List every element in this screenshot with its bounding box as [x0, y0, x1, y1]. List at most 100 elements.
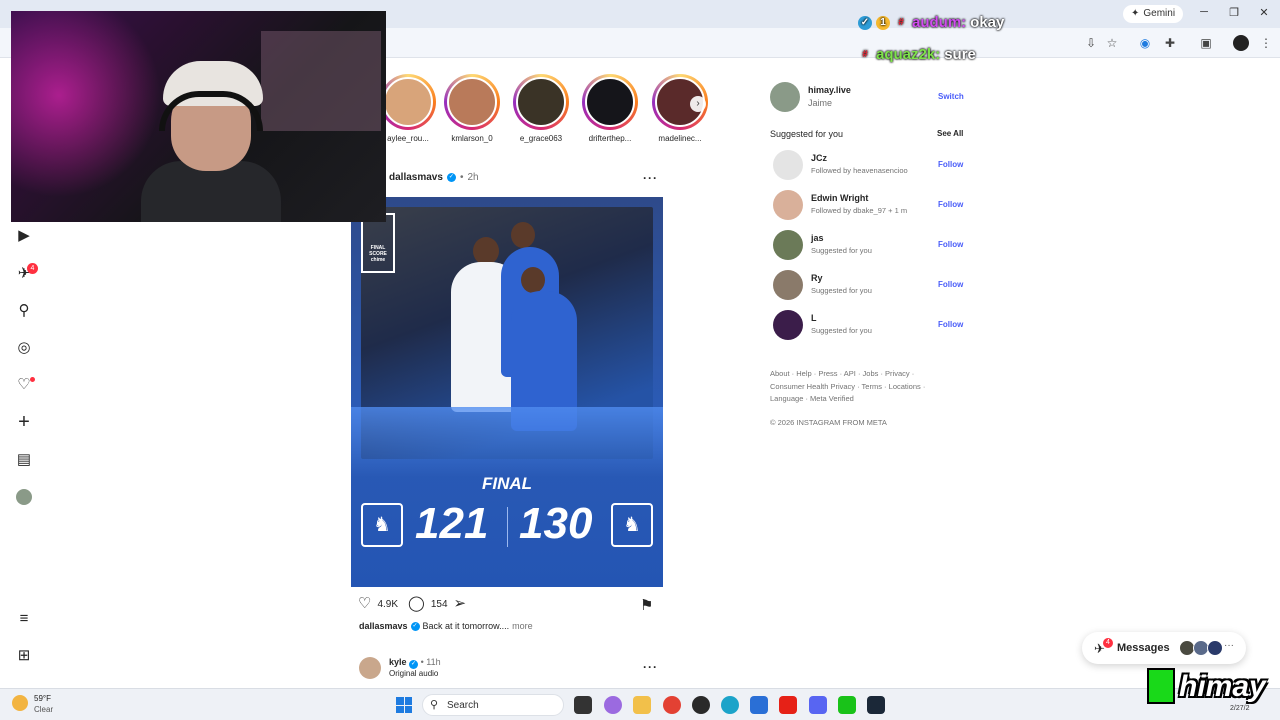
browser-menu-icon[interactable]: ⋮ [1258, 35, 1274, 51]
weather-moon-icon[interactable] [12, 695, 28, 711]
profile-avatar-icon[interactable] [1233, 35, 1249, 51]
see-all-link[interactable]: See All [937, 129, 963, 138]
suggestion-row: Ry Suggested for you Follow [773, 270, 965, 302]
suggestion-name[interactable]: Ry [811, 273, 823, 283]
suggestion-name[interactable]: jas [811, 233, 824, 243]
screen: ✦ Gemini ─ ❐ ✕ ⇩ ☆ ◉ ✚ ▣ ⋮ ▶ ✈ 4 ⚲ ◎ ♡ +… [0, 0, 1280, 720]
suggestion-row: Edwin Wright Followed by dbake_97 + 1 m … [773, 190, 965, 222]
start-button[interactable] [396, 697, 412, 713]
task-view-icon[interactable] [574, 696, 592, 714]
story-item[interactable]: aylee_rou... [380, 74, 436, 143]
suggestion-avatar[interactable] [773, 190, 803, 220]
chrome-icon[interactable] [663, 696, 681, 714]
chat-username: audum: [912, 14, 967, 31]
steam-icon[interactable] [867, 696, 885, 714]
suggestion-avatar[interactable] [773, 230, 803, 260]
sidebar-icon[interactable]: ▣ [1198, 35, 1214, 51]
suggestion-avatar[interactable] [773, 150, 803, 180]
post-options-button[interactable]: ··· [643, 171, 658, 185]
post2-time: 11h [426, 657, 441, 667]
discord-icon[interactable] [809, 696, 827, 714]
team-logo-left: ♞ [361, 503, 403, 547]
suggestions-title: Suggested for you [770, 129, 844, 139]
messages-nav-badge: 4 [27, 263, 38, 274]
also-from-meta-icon[interactable]: ⊞ [14, 646, 34, 666]
post-image[interactable]: FINAL SCORE chime FINAL ♞ 121 130 ♞ [351, 197, 663, 587]
like-heart-icon[interactable]: ♡ [358, 596, 371, 612]
file-explorer-icon[interactable] [633, 696, 651, 714]
close-window-button[interactable]: ✕ [1257, 6, 1271, 19]
weather-temp: 59°F [34, 694, 51, 703]
chat-message: # aquaz2k: sure [858, 46, 976, 63]
footer-links[interactable]: About · Help · Press · API · Jobs · Priv… [770, 368, 940, 406]
chat-text: sure [944, 46, 976, 63]
minimize-button[interactable]: ─ [1197, 6, 1211, 18]
suggestion-subtitle: Followed by heavenasencioo [811, 166, 908, 175]
gemini-button[interactable]: ✦ Gemini [1123, 5, 1184, 23]
bookmark-star-icon[interactable]: ☆ [1104, 35, 1120, 51]
copilot-icon[interactable] [604, 696, 622, 714]
follow-button[interactable]: Follow [938, 320, 963, 329]
post2-options-button[interactable]: ··· [643, 660, 658, 674]
stream-app-icon[interactable] [838, 696, 856, 714]
save-bookmark-icon[interactable]: ⚑ [640, 596, 653, 614]
story-item[interactable]: drifterthep... [582, 74, 638, 143]
more-icon: ··· [1224, 640, 1234, 651]
share-icon[interactable]: ➢ [454, 596, 467, 612]
account-name: Jaime [808, 98, 833, 108]
story-item[interactable]: e_grace063 [513, 74, 569, 143]
suggestion-name[interactable]: Edwin Wright [811, 193, 868, 203]
follow-button[interactable]: Follow [938, 280, 963, 289]
verified-badge-icon: ✓ [409, 660, 419, 669]
follow-button[interactable]: Follow [938, 160, 963, 169]
suggestion-name[interactable]: L [811, 313, 817, 323]
suggestion-name[interactable]: JCz [811, 153, 827, 163]
account-username[interactable]: himay.live [808, 85, 851, 95]
follow-button[interactable]: Follow [938, 200, 963, 209]
switch-account-link[interactable]: Switch [938, 92, 964, 101]
reels-icon[interactable]: ▶ [14, 226, 34, 246]
create-plus-icon[interactable]: + [14, 412, 34, 432]
restore-button[interactable]: ❐ [1227, 6, 1241, 19]
logo-text: himay [1179, 670, 1266, 703]
extensions-icon[interactable]: ✚ [1162, 35, 1178, 51]
obs-icon[interactable] [692, 696, 710, 714]
post2-audio[interactable]: Original audio [389, 669, 438, 678]
streamer-figure [141, 51, 281, 222]
search-icon[interactable]: ⚲ [14, 301, 34, 321]
logo-block [1147, 668, 1175, 704]
comment-icon[interactable]: ◯ [408, 596, 425, 612]
dashboard-icon[interactable]: ▤ [14, 450, 34, 470]
suggestion-avatar[interactable] [773, 270, 803, 300]
final-label: FINAL [481, 474, 533, 493]
caption-more-link[interactable]: more [512, 621, 533, 631]
suggestion-subtitle: Followed by dbake_97 + 1 m [811, 206, 908, 215]
badge-icon: ✓ [858, 15, 872, 30]
chat-message: ✓ 1 # audum: okay [858, 14, 1004, 31]
comment-count: 154 [430, 598, 448, 610]
post-username[interactable]: dallasmavs [389, 172, 443, 183]
messages-pill[interactable]: ✈ 4 Messages ··· [1082, 632, 1246, 664]
edge-icon[interactable] [721, 696, 739, 714]
stories-next-button[interactable]: › [690, 96, 706, 112]
explore-compass-icon[interactable]: ◎ [14, 338, 34, 358]
caption-username[interactable]: dallasmavs [359, 621, 408, 631]
suggestion-avatar[interactable] [773, 310, 803, 340]
profile-avatar[interactable] [16, 489, 32, 505]
badge-icon: 1 [876, 15, 890, 30]
suggestion-subtitle: Suggested for you [811, 286, 872, 295]
story-item[interactable]: kmlarson_0 [444, 74, 500, 143]
badge-icon: # [862, 48, 868, 60]
more-menu-icon[interactable]: ≡ [14, 609, 34, 629]
store-icon[interactable] [750, 696, 768, 714]
follow-button[interactable]: Follow [938, 240, 963, 249]
install-app-icon[interactable]: ⇩ [1083, 35, 1099, 51]
suggestion-row: jas Suggested for you Follow [773, 230, 965, 262]
account-avatar[interactable] [770, 82, 800, 112]
youtube-icon[interactable] [779, 696, 797, 714]
broadcast-icon[interactable]: ◉ [1137, 35, 1153, 51]
post2-username[interactable]: kyle [389, 657, 407, 667]
taskbar-search[interactable]: ⚲ Search [422, 694, 564, 716]
sparkle-icon: ✦ [1131, 8, 1140, 19]
post2-avatar[interactable] [359, 657, 381, 679]
